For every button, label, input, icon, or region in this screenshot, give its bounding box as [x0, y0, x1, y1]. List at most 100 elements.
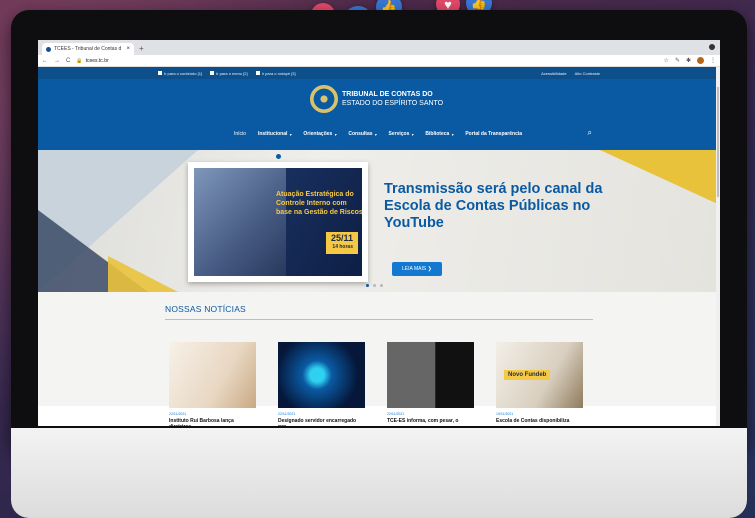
hero-headline: Transmissão será pelo canal da Escola de…	[384, 181, 603, 231]
scrollbar-thumb[interactable]	[717, 87, 719, 197]
hero-carousel: Atuação Estratégica do Controle Interno …	[38, 150, 720, 292]
site-header: TRIBUNAL DE CONTAS DO ESTADO DO ESPÍRITO…	[38, 79, 720, 150]
carousel-dots	[366, 284, 383, 287]
favicon-icon	[46, 46, 51, 52]
skip-content-label: Ir para o conteúdo [1]	[164, 70, 203, 76]
banner-title: Atuação Estratégica do Controle Interno …	[276, 191, 362, 216]
logo-line2: ESTADO DO ESPÍRITO SANTO	[342, 100, 444, 107]
section-divider	[165, 319, 593, 320]
avatar[interactable]	[697, 57, 704, 64]
nav-label: Orientações	[303, 131, 333, 137]
banner-time: 14 horas	[332, 244, 353, 250]
news-card[interactable]: 22/11/2021 Designado servidor encarregad…	[278, 342, 365, 426]
access-right: Acessibilidade Alto Contraste	[541, 71, 600, 76]
banner-date: 25/11 14 horas	[325, 232, 358, 254]
new-tab-button[interactable]: +	[139, 43, 144, 55]
banner-photo	[194, 168, 287, 276]
nav-item-transparencia[interactable]: Portal da Transparência	[465, 131, 522, 137]
puzzle-icon[interactable]: ✱	[686, 57, 691, 64]
accessibility-bar: Ir para o conteúdo [1] Ir para o menu [2…	[38, 67, 720, 79]
news-thumbnail[interactable]	[278, 342, 365, 408]
address-bar[interactable]: 🔒 tcees.tc.br	[76, 58, 108, 64]
nav-label: Portal da Transparência	[465, 131, 523, 137]
back-icon[interactable]: ←	[42, 58, 48, 64]
read-more-button[interactable]: LEIA MAIS ❯	[392, 262, 442, 276]
extension-icon[interactable]: ✎	[675, 57, 680, 64]
news-date: 22/11/2021	[169, 412, 187, 416]
skip-footer-link[interactable]: Ir para o rodapé [3]	[255, 70, 296, 76]
extensions: ☆ ✎ ✱ ⋮	[664, 57, 716, 64]
scrollbar[interactable]	[716, 67, 720, 426]
news-card[interactable]: Novo Fundeb 19/11/2021 Escola de Contas …	[496, 342, 583, 426]
news-thumbnail[interactable]: Novo Fundeb	[496, 342, 583, 408]
reload-icon[interactable]: C	[66, 58, 70, 64]
news-cards: 22/11/2021 Instituto Rui Barbosa lança d…	[169, 342, 583, 426]
skip-icon	[158, 71, 162, 76]
browser-tabbar: TCEES - Tribunal de Contas d × +	[38, 40, 720, 55]
contrast-link[interactable]: Alto Contraste	[575, 71, 600, 76]
skip-icon	[210, 71, 215, 76]
nav-label: Serviços	[388, 131, 410, 137]
banner-image: Atuação Estratégica do Controle Interno …	[194, 168, 362, 276]
news-date: 22/11/2021	[278, 412, 296, 416]
logo-line1: TRIBUNAL DE CONTAS DO	[342, 91, 433, 98]
news-date: 22/11/2021	[387, 412, 405, 416]
pin-icon	[276, 154, 281, 159]
address-bar-row: ← → C 🔒 tcees.tc.br ☆ ✎ ✱ ⋮	[38, 55, 720, 67]
skip-content-link[interactable]: Ir para o conteúdo [1]	[158, 71, 202, 76]
search-icon[interactable]: ⌕	[588, 128, 592, 138]
seal-icon	[310, 85, 338, 113]
chevron-down-icon: ▾	[289, 131, 292, 137]
monitor-chin	[11, 428, 747, 518]
section-title: NOSSAS NOTÍCIAS	[165, 304, 246, 314]
lock-icon: 🔒	[76, 57, 83, 64]
browser-tab[interactable]: TCEES - Tribunal de Contas d ×	[42, 43, 134, 55]
news-title[interactable]: Escola de Contas disponibiliza	[496, 418, 583, 424]
nav-item-institucional[interactable]: Institucional ▾	[258, 131, 291, 137]
nav-label: Consultas	[348, 131, 373, 137]
nav-item-orientacoes[interactable]: Orientações ▾	[303, 131, 336, 137]
logo-text: TRIBUNAL DE CONTAS DO ESTADO DO ESPÍRITO…	[342, 90, 443, 108]
nav-label: Institucional	[257, 131, 288, 137]
bookmark-star-icon[interactable]: ☆	[664, 57, 669, 64]
skip-menu-label: Ir para o menu [2]	[216, 70, 248, 76]
chevron-down-icon: ▾	[451, 131, 454, 137]
nav-item-servicos[interactable]: Serviços ▾	[389, 131, 414, 137]
banner-date-day: 25/11	[330, 233, 353, 243]
close-tab-icon[interactable]: ×	[126, 46, 130, 52]
menu-icon[interactable]: ⋮	[710, 57, 716, 64]
skip-icon	[255, 71, 260, 76]
news-title[interactable]: Designado servidor encarregado por	[278, 418, 365, 426]
news-thumbnail[interactable]	[387, 342, 474, 408]
chevron-down-icon: ▾	[334, 131, 337, 137]
news-card[interactable]: 22/11/2021 Instituto Rui Barbosa lança d…	[169, 342, 256, 426]
forward-icon[interactable]: →	[54, 58, 60, 64]
url-text: tcees.tc.br	[85, 57, 109, 64]
news-date: 19/11/2021	[496, 412, 514, 416]
skip-menu-link[interactable]: Ir para o menu [2]	[210, 71, 248, 76]
nav-item-inicio[interactable]: Início	[234, 131, 246, 137]
event-banner[interactable]: Atuação Estratégica do Controle Interno …	[188, 162, 368, 282]
news-section: NOSSAS NOTÍCIAS 22/11/2021 Instituto Rui…	[38, 292, 720, 426]
thumbnail-tag: Novo Fundeb	[504, 370, 551, 380]
site-logo[interactable]: TRIBUNAL DE CONTAS DO ESTADO DO ESPÍRITO…	[310, 85, 443, 113]
news-title[interactable]: TCE-ES informa, com pesar, o	[387, 418, 474, 424]
news-card[interactable]: 22/11/2021 TCE-ES informa, com pesar, o	[387, 342, 474, 426]
chevron-down-icon: ▾	[411, 131, 414, 137]
news-thumbnail[interactable]	[169, 342, 256, 408]
nav-label: Biblioteca	[425, 131, 450, 137]
accessibility-link[interactable]: Acessibilidade	[541, 71, 567, 76]
main-nav: Início Institucional ▾ Orientações ▾ Consu…	[234, 131, 522, 137]
chevron-down-icon: ▾	[374, 131, 377, 137]
carousel-dot[interactable]	[366, 284, 369, 287]
decor-shape	[108, 256, 178, 292]
tab-title: TCEES - Tribunal de Contas d	[54, 46, 122, 52]
carousel-dot[interactable]	[380, 284, 383, 287]
skip-footer-label: Ir para o rodapé [3]	[261, 70, 296, 76]
profile-icon[interactable]	[709, 44, 715, 50]
screen: TCEES - Tribunal de Contas d × + ← → C 🔒…	[38, 40, 720, 426]
carousel-dot[interactable]	[373, 284, 376, 287]
nav-item-biblioteca[interactable]: Biblioteca ▾	[425, 131, 453, 137]
nav-item-consultas[interactable]: Consultas ▾	[348, 131, 376, 137]
news-title[interactable]: Instituto Rui Barbosa lança diretrizes	[169, 418, 256, 426]
